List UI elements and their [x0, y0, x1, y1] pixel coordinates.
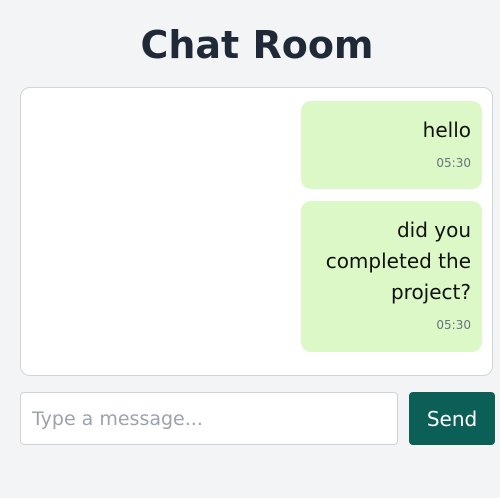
message-timestamp: 05:30 — [436, 156, 471, 170]
message-list[interactable]: hello 05:30 did you completed the projec… — [20, 87, 493, 376]
message-line: project? — [390, 280, 471, 304]
message-bubble: hello 05:30 — [301, 101, 482, 189]
page-title: Chat Room — [140, 23, 374, 67]
message-text: hello — [312, 115, 471, 146]
send-button[interactable]: Send — [409, 392, 495, 445]
message-line: did you — [396, 218, 471, 242]
message-line: hello — [422, 118, 471, 142]
message-line: completed the — [325, 249, 471, 273]
message-timestamp: 05:30 — [436, 318, 471, 332]
message-text: did you completed the project? — [312, 215, 471, 308]
message-input[interactable] — [20, 392, 398, 445]
message-bubble: did you completed the project? 05:30 — [301, 201, 482, 352]
